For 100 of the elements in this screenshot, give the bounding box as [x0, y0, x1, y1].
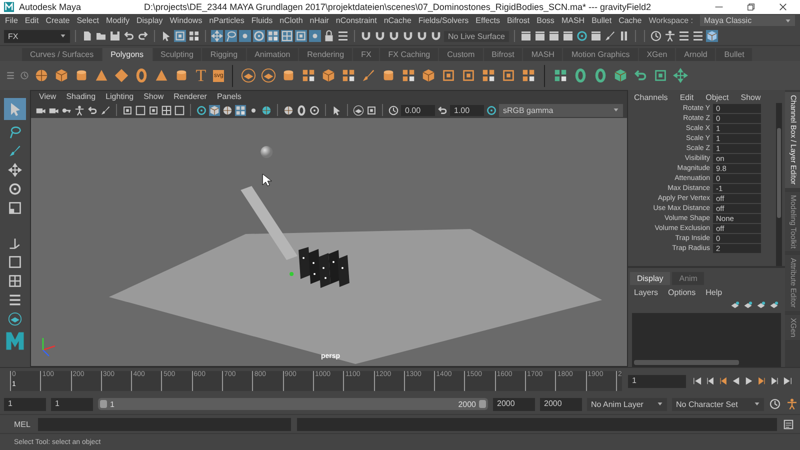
menu-item[interactable]: File [5, 16, 18, 25]
color-space-dropdown[interactable]: sRGB gamma [499, 104, 623, 116]
lasso-icon[interactable] [225, 30, 237, 42]
live-surface-field[interactable]: No Live Surface [444, 30, 509, 42]
magnet-icon[interactable] [388, 30, 400, 42]
brush-icon[interactable] [8, 144, 22, 158]
single-pane-icon[interactable] [8, 255, 22, 269]
menu-item[interactable]: Edit [24, 16, 39, 25]
new-file-icon[interactable] [81, 30, 93, 42]
go-to-end-icon[interactable] [783, 376, 793, 386]
menu-set-dropdown[interactable]: FX [4, 30, 70, 42]
figure-icon[interactable] [664, 30, 676, 42]
step-forward-frame-icon[interactable] [757, 376, 767, 386]
menu-item[interactable]: Boss [536, 16, 554, 25]
cube-icon[interactable] [321, 68, 336, 83]
start-frame-field[interactable]: 1 [4, 398, 46, 410]
channel-menu[interactable]: Edit [680, 93, 694, 100]
shelf-tab[interactable]: FX [353, 48, 380, 61]
end-frame-field[interactable]: 2000 [540, 398, 582, 410]
shelf-tab[interactable]: Curves / Surfaces [22, 48, 102, 61]
shelf-tab[interactable]: Motion Graphics [563, 48, 638, 61]
layer-menu[interactable]: Layers [634, 288, 658, 297]
channel-menu[interactable]: Show [740, 93, 761, 100]
square-icon[interactable] [461, 68, 476, 83]
channel-menu[interactable]: Channels [634, 93, 668, 100]
layers-icon[interactable] [353, 104, 364, 116]
scrollbar[interactable] [634, 360, 739, 365]
command-input-field[interactable] [38, 418, 291, 430]
brush-icon[interactable] [100, 104, 111, 116]
menu-item[interactable]: Create [46, 16, 70, 25]
step-back-frame-icon[interactable] [718, 376, 728, 386]
cube-icon[interactable] [209, 104, 220, 116]
list-icon[interactable] [8, 293, 22, 307]
menu-item[interactable]: Select [76, 16, 99, 25]
four-pane-icon[interactable] [8, 274, 22, 288]
layers-icon[interactable] [261, 68, 276, 83]
undo-icon[interactable] [437, 104, 448, 116]
rotate-icon[interactable] [486, 104, 497, 116]
brush-icon[interactable] [361, 68, 376, 83]
shelf-tab[interactable]: MASH [523, 48, 562, 61]
grid-icon[interactable] [188, 30, 200, 42]
square-icon[interactable] [653, 68, 668, 83]
list-icon[interactable] [337, 30, 349, 42]
cube-icon[interactable] [706, 30, 718, 42]
magnet-icon[interactable] [374, 30, 386, 42]
channel-menu[interactable]: Object [706, 93, 729, 100]
magnet-icon[interactable] [430, 30, 442, 42]
list-icon[interactable] [692, 30, 704, 42]
undo-icon[interactable] [87, 104, 98, 116]
menu-item[interactable]: MASH [561, 16, 585, 25]
scale-icon[interactable] [8, 201, 22, 215]
figure-icon[interactable] [786, 398, 798, 410]
cone-icon[interactable] [154, 68, 169, 83]
move-icon[interactable] [8, 163, 22, 177]
menu-item[interactable]: Bullet [592, 16, 612, 25]
sphere-icon[interactable] [34, 68, 49, 83]
move-icon[interactable] [673, 68, 688, 83]
torus-icon[interactable] [134, 68, 149, 83]
anim-layer-dropdown[interactable]: No Anim Layer [587, 398, 667, 410]
undo-icon[interactable] [123, 30, 135, 42]
panel-menu[interactable]: Lighting [106, 92, 134, 101]
menu-item[interactable]: Fields/Solvers [418, 16, 469, 25]
shelf-tab[interactable]: Bifrost [484, 48, 522, 61]
cube-icon[interactable] [421, 68, 436, 83]
play-backwards-icon[interactable] [731, 376, 741, 386]
new-layer-icon[interactable] [769, 300, 779, 310]
magnet-icon[interactable] [402, 30, 414, 42]
shelf-tab[interactable]: XGen [638, 48, 676, 61]
menu-item[interactable]: Modify [106, 16, 130, 25]
grid-icon[interactable] [341, 68, 356, 83]
rotate-icon[interactable] [309, 104, 320, 116]
rotate-icon[interactable] [196, 104, 207, 116]
menu-item[interactable]: Display [136, 16, 163, 25]
current-frame-field[interactable]: 1 [628, 374, 686, 388]
figure-icon[interactable] [74, 104, 85, 116]
grid-icon[interactable] [553, 68, 568, 83]
menu-item[interactable]: Effects [476, 16, 500, 25]
restore-icon[interactable] [746, 2, 756, 12]
step-back-key-icon[interactable] [705, 376, 715, 386]
command-language-label[interactable]: MEL [14, 420, 32, 428]
panel-menu[interactable]: Shading [66, 92, 96, 101]
shelf-tab[interactable]: FX Caching [380, 48, 438, 61]
magnet-icon[interactable] [360, 30, 372, 42]
rotate-icon[interactable] [576, 30, 588, 42]
torus-icon[interactable] [593, 68, 608, 83]
square-icon[interactable] [366, 104, 377, 116]
script-editor-icon[interactable] [783, 418, 794, 430]
diamond-icon[interactable] [114, 68, 129, 83]
cylinder-icon[interactable] [74, 68, 89, 83]
menu-item[interactable]: nCache [384, 16, 412, 25]
sphere-icon[interactable] [283, 104, 294, 116]
new-layer-icon[interactable] [743, 300, 753, 310]
grid-icon[interactable] [481, 68, 496, 83]
undo-icon[interactable] [633, 68, 648, 83]
exposure-field[interactable]: 0.00 [401, 104, 435, 116]
sphere-icon[interactable] [222, 104, 233, 116]
list-icon[interactable] [678, 30, 690, 42]
list-icon[interactable] [6, 71, 15, 80]
character-set-dropdown[interactable]: No Character Set [672, 398, 764, 410]
cursor-icon[interactable] [331, 104, 342, 116]
